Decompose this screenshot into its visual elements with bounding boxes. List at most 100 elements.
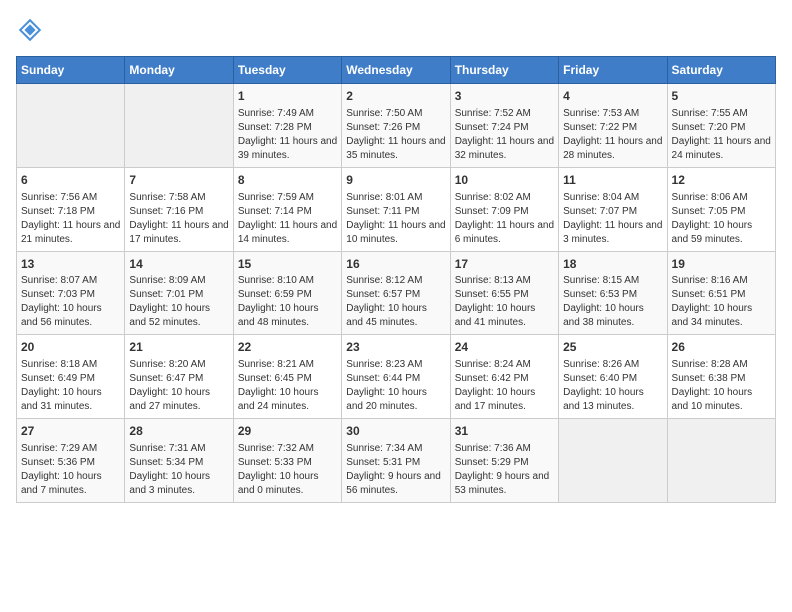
day-cell: [125, 84, 233, 168]
day-info: Daylight: 11 hours and 17 minutes.: [129, 219, 228, 247]
day-info: Daylight: 10 hours and 17 minutes.: [455, 386, 554, 414]
day-info: Sunrise: 8:26 AM: [563, 358, 662, 372]
day-info: Sunset: 7:22 PM: [563, 121, 662, 135]
day-info: Sunrise: 8:12 AM: [346, 274, 445, 288]
header-cell-sunday: Sunday: [17, 57, 125, 84]
day-number: 7: [129, 172, 228, 189]
day-number: 20: [21, 339, 120, 356]
header-cell-thursday: Thursday: [450, 57, 558, 84]
day-number: 4: [563, 88, 662, 105]
page-header: [16, 16, 776, 44]
day-cell: 4Sunrise: 7:53 AMSunset: 7:22 PMDaylight…: [559, 84, 667, 168]
day-info: Sunset: 6:45 PM: [238, 372, 337, 386]
header-cell-friday: Friday: [559, 57, 667, 84]
day-cell: 29Sunrise: 7:32 AMSunset: 5:33 PMDayligh…: [233, 419, 341, 503]
day-cell: 9Sunrise: 8:01 AMSunset: 7:11 PMDaylight…: [342, 167, 450, 251]
day-cell: 21Sunrise: 8:20 AMSunset: 6:47 PMDayligh…: [125, 335, 233, 419]
day-info: Sunrise: 8:07 AM: [21, 274, 120, 288]
day-number: 19: [672, 256, 771, 273]
day-info: Sunset: 7:01 PM: [129, 288, 228, 302]
day-cell: [17, 84, 125, 168]
day-number: 3: [455, 88, 554, 105]
day-info: Sunset: 7:24 PM: [455, 121, 554, 135]
day-info: Sunset: 7:26 PM: [346, 121, 445, 135]
day-info: Sunset: 6:47 PM: [129, 372, 228, 386]
day-number: 23: [346, 339, 445, 356]
day-cell: 30Sunrise: 7:34 AMSunset: 5:31 PMDayligh…: [342, 419, 450, 503]
day-info: Sunset: 5:31 PM: [346, 456, 445, 470]
day-number: 24: [455, 339, 554, 356]
day-info: Sunset: 5:29 PM: [455, 456, 554, 470]
day-cell: [667, 419, 775, 503]
day-info: Sunrise: 8:13 AM: [455, 274, 554, 288]
day-number: 31: [455, 423, 554, 440]
day-cell: 2Sunrise: 7:50 AMSunset: 7:26 PMDaylight…: [342, 84, 450, 168]
day-number: 30: [346, 423, 445, 440]
day-info: Sunset: 7:03 PM: [21, 288, 120, 302]
calendar-body: 1Sunrise: 7:49 AMSunset: 7:28 PMDaylight…: [17, 84, 776, 503]
day-info: Daylight: 10 hours and 34 minutes.: [672, 302, 771, 330]
day-info: Sunrise: 8:20 AM: [129, 358, 228, 372]
day-info: Daylight: 10 hours and 7 minutes.: [21, 470, 120, 498]
day-number: 29: [238, 423, 337, 440]
day-cell: 25Sunrise: 8:26 AMSunset: 6:40 PMDayligh…: [559, 335, 667, 419]
day-info: Sunrise: 8:04 AM: [563, 191, 662, 205]
day-cell: 16Sunrise: 8:12 AMSunset: 6:57 PMDayligh…: [342, 251, 450, 335]
day-info: Sunset: 6:38 PM: [672, 372, 771, 386]
day-info: Sunset: 6:44 PM: [346, 372, 445, 386]
day-info: Sunrise: 8:16 AM: [672, 274, 771, 288]
day-number: 18: [563, 256, 662, 273]
day-info: Daylight: 11 hours and 39 minutes.: [238, 135, 337, 163]
day-cell: 22Sunrise: 8:21 AMSunset: 6:45 PMDayligh…: [233, 335, 341, 419]
day-number: 13: [21, 256, 120, 273]
day-info: Sunset: 7:16 PM: [129, 205, 228, 219]
day-info: Sunrise: 8:24 AM: [455, 358, 554, 372]
day-info: Daylight: 10 hours and 31 minutes.: [21, 386, 120, 414]
day-info: Sunrise: 7:49 AM: [238, 107, 337, 121]
day-info: Sunset: 7:05 PM: [672, 205, 771, 219]
day-cell: [559, 419, 667, 503]
logo: [16, 16, 48, 44]
day-number: 16: [346, 256, 445, 273]
week-row-1: 1Sunrise: 7:49 AMSunset: 7:28 PMDaylight…: [17, 84, 776, 168]
day-info: Daylight: 10 hours and 20 minutes.: [346, 386, 445, 414]
logo-icon: [16, 16, 44, 44]
day-number: 28: [129, 423, 228, 440]
day-cell: 12Sunrise: 8:06 AMSunset: 7:05 PMDayligh…: [667, 167, 775, 251]
day-info: Daylight: 10 hours and 45 minutes.: [346, 302, 445, 330]
day-info: Daylight: 11 hours and 35 minutes.: [346, 135, 445, 163]
day-info: Daylight: 10 hours and 41 minutes.: [455, 302, 554, 330]
day-info: Sunset: 7:07 PM: [563, 205, 662, 219]
day-info: Daylight: 11 hours and 32 minutes.: [455, 135, 554, 163]
day-info: Daylight: 10 hours and 3 minutes.: [129, 470, 228, 498]
day-info: Sunset: 7:20 PM: [672, 121, 771, 135]
day-info: Daylight: 9 hours and 53 minutes.: [455, 470, 554, 498]
day-info: Sunrise: 8:18 AM: [21, 358, 120, 372]
header-cell-saturday: Saturday: [667, 57, 775, 84]
day-number: 27: [21, 423, 120, 440]
day-info: Sunrise: 7:50 AM: [346, 107, 445, 121]
day-info: Sunrise: 7:34 AM: [346, 442, 445, 456]
day-info: Daylight: 11 hours and 21 minutes.: [21, 219, 120, 247]
day-cell: 10Sunrise: 8:02 AMSunset: 7:09 PMDayligh…: [450, 167, 558, 251]
day-info: Daylight: 10 hours and 24 minutes.: [238, 386, 337, 414]
header-cell-tuesday: Tuesday: [233, 57, 341, 84]
day-cell: 11Sunrise: 8:04 AMSunset: 7:07 PMDayligh…: [559, 167, 667, 251]
day-info: Daylight: 10 hours and 56 minutes.: [21, 302, 120, 330]
day-info: Sunset: 7:18 PM: [21, 205, 120, 219]
day-number: 8: [238, 172, 337, 189]
day-number: 17: [455, 256, 554, 273]
day-info: Sunset: 6:57 PM: [346, 288, 445, 302]
day-info: Sunrise: 7:31 AM: [129, 442, 228, 456]
day-info: Daylight: 11 hours and 6 minutes.: [455, 219, 554, 247]
day-number: 12: [672, 172, 771, 189]
day-cell: 19Sunrise: 8:16 AMSunset: 6:51 PMDayligh…: [667, 251, 775, 335]
day-number: 26: [672, 339, 771, 356]
day-info: Sunrise: 8:01 AM: [346, 191, 445, 205]
header-cell-monday: Monday: [125, 57, 233, 84]
day-number: 25: [563, 339, 662, 356]
day-number: 1: [238, 88, 337, 105]
day-cell: 20Sunrise: 8:18 AMSunset: 6:49 PMDayligh…: [17, 335, 125, 419]
header-row: SundayMondayTuesdayWednesdayThursdayFrid…: [17, 57, 776, 84]
day-info: Sunrise: 8:21 AM: [238, 358, 337, 372]
